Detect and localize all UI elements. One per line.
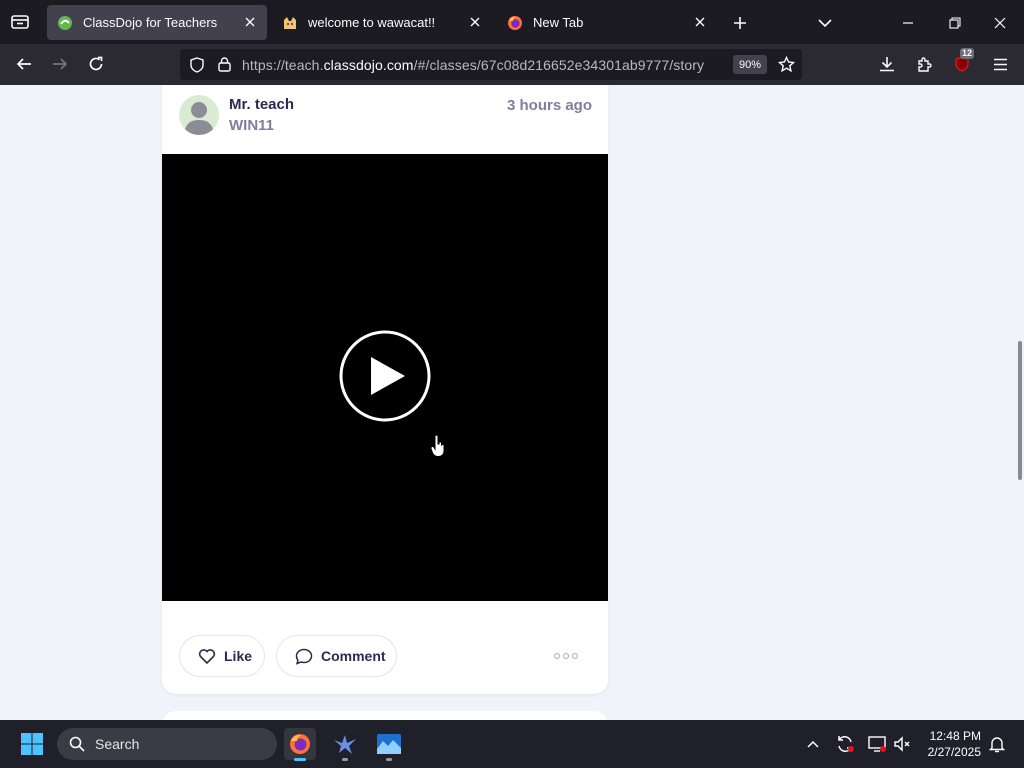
download-icon xyxy=(880,57,894,72)
taskbar-search[interactable]: Search xyxy=(57,728,277,760)
ublock-extension-button[interactable]: 12 xyxy=(948,48,976,78)
cat-icon xyxy=(284,16,296,29)
tab-list-button[interactable] xyxy=(8,10,32,34)
back-button[interactable] xyxy=(10,50,38,78)
like-label: Like xyxy=(224,648,253,664)
sync-icon xyxy=(838,736,854,752)
restore-button[interactable] xyxy=(944,12,966,34)
avatar[interactable] xyxy=(179,95,219,135)
running-app-indicator xyxy=(386,758,392,761)
firefox-icon xyxy=(290,734,310,754)
post-author[interactable]: Mr. teach xyxy=(229,96,294,113)
shield-icon[interactable] xyxy=(190,57,204,73)
play-icon xyxy=(339,330,431,422)
reload-button[interactable] xyxy=(82,50,110,78)
sync-status-button[interactable] xyxy=(829,728,861,760)
comment-button[interactable]: Comment xyxy=(276,635,397,677)
close-tab-icon[interactable] xyxy=(691,13,709,31)
tab-title: ClassDojo for Teachers xyxy=(83,15,218,30)
lock-icon[interactable] xyxy=(218,57,231,72)
minimize-icon xyxy=(903,22,913,24)
network-icon xyxy=(868,736,886,752)
notifications-button[interactable] xyxy=(981,728,1013,760)
close-icon xyxy=(994,17,1006,29)
tab-list-icon xyxy=(11,15,29,29)
volume-button[interactable] xyxy=(886,728,918,760)
post-timestamp: 3 hours ago xyxy=(506,97,592,114)
reload-icon xyxy=(89,56,103,71)
heart-icon xyxy=(198,649,216,664)
new-tab-button[interactable] xyxy=(729,12,751,34)
classdojo-icon xyxy=(58,15,72,30)
post-class-name: WIN11 xyxy=(229,117,275,134)
windows-taskbar: Search 12:48 PM 2/27/2025 xyxy=(0,720,1024,768)
forward-arrow-icon xyxy=(53,58,68,70)
comment-label: Comment xyxy=(321,648,386,664)
clock-time: 12:48 PM xyxy=(929,729,981,743)
start-button[interactable] xyxy=(16,728,48,760)
photos-app-icon xyxy=(377,734,401,754)
bird-app-icon xyxy=(334,735,356,754)
scrollbar-thumb[interactable] xyxy=(1018,341,1022,480)
page-content: Mr. teach WIN11 3 hours ago Like Comment xyxy=(0,85,1024,720)
play-button[interactable] xyxy=(339,330,431,422)
bell-icon xyxy=(989,737,1005,753)
user-silhouette-icon xyxy=(184,102,214,135)
extension-badge: 12 xyxy=(960,48,975,59)
active-app-indicator xyxy=(294,758,306,761)
speaker-muted-icon xyxy=(894,736,910,752)
next-post-card xyxy=(162,711,608,720)
list-all-tabs-button[interactable] xyxy=(814,12,836,34)
address-bar[interactable]: https://teach.classdojo.com/#/classes/67… xyxy=(180,49,802,80)
more-options-icon[interactable] xyxy=(554,651,578,661)
chevron-down-icon xyxy=(818,19,832,28)
downloads-button[interactable] xyxy=(873,50,901,78)
back-arrow-icon xyxy=(16,58,31,70)
story-post-card: Mr. teach WIN11 3 hours ago Like Comment xyxy=(162,85,608,694)
speech-bubble-icon xyxy=(295,648,313,665)
close-tab-icon[interactable] xyxy=(466,13,484,31)
tab-bar: ClassDojo for Teachers welcome to wawaca… xyxy=(0,0,1024,44)
app-menu-button[interactable] xyxy=(986,50,1014,78)
tab-new-tab[interactable]: New Tab xyxy=(497,5,717,40)
tab-title: welcome to wawacat!! xyxy=(308,15,436,30)
close-tab-icon[interactable] xyxy=(241,13,259,31)
show-hidden-icons-button[interactable] xyxy=(797,728,829,760)
like-button[interactable]: Like xyxy=(179,635,265,677)
forward-button[interactable] xyxy=(46,50,74,78)
restore-icon xyxy=(949,17,961,29)
url-text[interactable]: https://teach.classdojo.com/#/classes/67… xyxy=(242,57,704,73)
running-app-indicator xyxy=(342,758,348,761)
search-placeholder: Search xyxy=(95,736,140,752)
close-window-button[interactable] xyxy=(989,12,1011,34)
clock-date: 2/27/2025 xyxy=(927,745,981,759)
windows-logo-icon xyxy=(21,733,43,755)
chevron-up-icon xyxy=(807,740,819,748)
taskbar-firefox[interactable] xyxy=(284,728,316,761)
tab-wawacat[interactable]: welcome to wawacat!! xyxy=(272,5,492,40)
plus-icon xyxy=(734,17,746,29)
taskbar-bird-app[interactable] xyxy=(329,728,361,761)
tab-title: New Tab xyxy=(533,15,584,30)
video-player[interactable] xyxy=(162,154,608,601)
hand-cursor-icon xyxy=(430,434,445,457)
firefox-icon xyxy=(508,15,522,30)
tab-classdojo[interactable]: ClassDojo for Teachers xyxy=(47,5,267,40)
zoom-level-button[interactable]: 90% xyxy=(733,55,767,74)
puzzle-piece-icon xyxy=(917,56,932,72)
extensions-button[interactable] xyxy=(910,50,938,78)
taskbar-photos-app[interactable] xyxy=(373,728,405,761)
minimize-button[interactable] xyxy=(897,12,919,34)
search-icon xyxy=(69,736,85,752)
system-clock[interactable]: 12:48 PM 2/27/2025 xyxy=(928,728,981,760)
navigation-toolbar: https://teach.classdojo.com/#/classes/67… xyxy=(0,44,1024,85)
bookmark-star-icon[interactable] xyxy=(778,56,795,73)
hamburger-menu-icon xyxy=(993,58,1007,70)
